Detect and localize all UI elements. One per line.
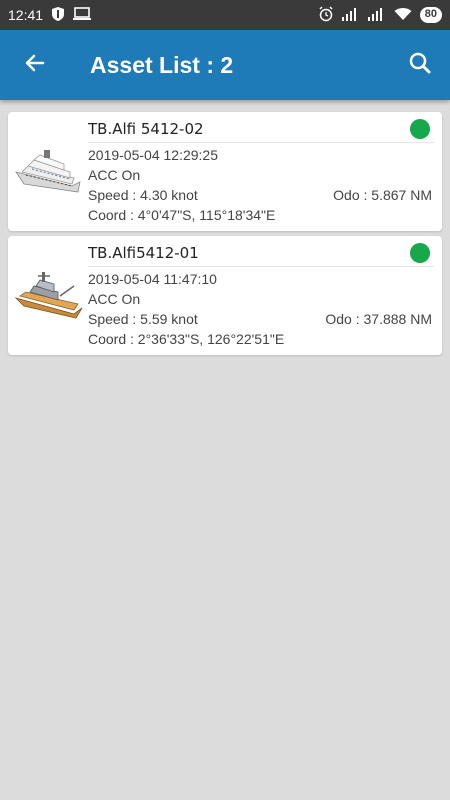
asset-acc: ACC On xyxy=(88,291,141,307)
shield-icon xyxy=(51,6,65,25)
signal-icon xyxy=(341,7,360,24)
arrow-left-icon xyxy=(23,51,47,80)
asset-coord: Coord : 2°36'33"S, 126°22'51"E xyxy=(88,331,285,347)
status-bar: 12:41 80 xyxy=(0,0,450,30)
wifi-icon xyxy=(394,7,412,24)
back-button[interactable] xyxy=(0,30,70,100)
asset-name: TB.Alfi5412-01 xyxy=(88,244,199,262)
page-title: Asset List : 2 xyxy=(90,51,234,78)
divider xyxy=(88,266,434,267)
asset-coord: Coord : 4°0'47"S, 115°18'34"E xyxy=(88,207,276,223)
status-left: 12:41 xyxy=(8,6,92,25)
asset-odo: Odo : 5.867 NM xyxy=(333,187,432,203)
alarm-icon xyxy=(318,5,334,25)
status-indicator xyxy=(410,119,430,139)
asset-card[interactable]: TB.Alfi 5412-02 2019-05-04 12:29:25 ACC … xyxy=(8,112,442,231)
asset-card[interactable]: TB.Alfi5412-01 2019-05-04 11:47:10 ACC O… xyxy=(8,236,442,355)
asset-odo: Odo : 37.888 NM xyxy=(325,311,432,327)
status-time: 12:41 xyxy=(8,7,44,23)
search-icon xyxy=(408,51,432,80)
asset-datetime: 2019-05-04 11:47:10 xyxy=(88,271,217,287)
battery-icon: 80 xyxy=(419,7,442,23)
asset-datetime: 2019-05-04 12:29:25 xyxy=(88,147,218,163)
search-button[interactable] xyxy=(390,30,450,100)
cargo-ship-icon xyxy=(14,266,84,326)
asset-list: TB.Alfi 5412-02 2019-05-04 12:29:25 ACC … xyxy=(8,112,442,360)
app-bar: Asset List : 2 xyxy=(0,30,450,100)
status-right: 80 xyxy=(318,5,442,25)
asset-speed: Speed : 5.59 knot xyxy=(88,311,198,327)
asset-name: TB.Alfi 5412-02 xyxy=(88,120,204,138)
screen-icon xyxy=(73,6,92,24)
asset-speed: Speed : 4.30 knot xyxy=(88,187,198,203)
signal-icon-2 xyxy=(367,7,386,24)
divider xyxy=(88,142,434,143)
cruise-ship-icon xyxy=(14,142,84,202)
status-indicator xyxy=(410,243,430,263)
asset-acc: ACC On xyxy=(88,167,141,183)
